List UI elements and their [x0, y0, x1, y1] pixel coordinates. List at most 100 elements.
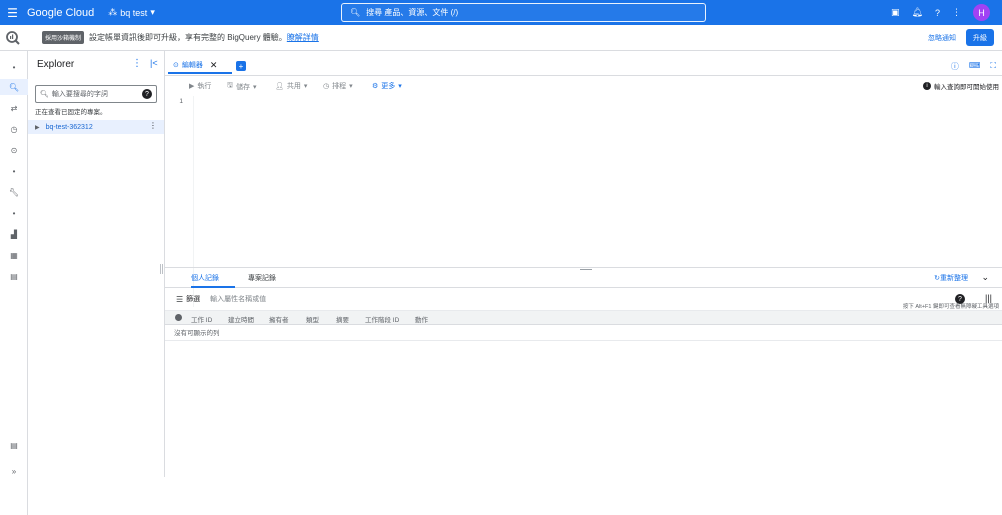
- admin-icon[interactable]: ▤: [0, 268, 28, 284]
- pin-icon[interactable]: •: [0, 59, 28, 75]
- help-icon[interactable]: ?: [142, 89, 152, 99]
- editor-tabs: ⊙ 編輯器 ✕ + ⓘ ⌨ ⛶: [165, 51, 1002, 76]
- schedule-button[interactable]: ◷ 排程 ▾: [323, 81, 353, 91]
- tab-label: 編輯器: [181, 62, 203, 69]
- column-header[interactable]: 建立時間: [228, 314, 254, 324]
- project-selector[interactable]: ⁂ bq test ▾: [108, 7, 155, 18]
- top-bar: ☰ Google Cloud ⁂ bq test ▾ 🔍︎ 搜尋 產品、資源、文…: [0, 0, 1002, 25]
- learn-more-link[interactable]: 瞭解詳情: [287, 33, 319, 42]
- capacity-icon[interactable]: ▦: [0, 247, 28, 263]
- new-tab-button[interactable]: +: [236, 61, 246, 71]
- analytics-hub-icon[interactable]: ⊙: [0, 142, 28, 158]
- more-vert-icon[interactable]: ⋮: [132, 58, 142, 69]
- scheduled-queries-icon[interactable]: ◷: [0, 121, 28, 137]
- monitoring-icon[interactable]: ▟: [0, 226, 28, 242]
- editor-info: i 輸入查詢即可開始使用: [923, 81, 999, 91]
- upgrade-button[interactable]: 升級: [966, 29, 994, 46]
- history-tabs: 個人記錄 專案記錄 ↻重新整理 ⌄: [165, 270, 1002, 288]
- column-header[interactable]: 摘要: [336, 314, 349, 324]
- divider: [165, 340, 1002, 341]
- project-tree-item[interactable]: ▶ bq-test-362312 ⋮: [28, 120, 164, 134]
- tab-personal-history[interactable]: 個人記錄: [191, 273, 235, 288]
- chevron-down-icon[interactable]: ⌄: [981, 272, 989, 283]
- save-button[interactable]: 🖫 儲存 ▾: [227, 81, 256, 92]
- tab-editor[interactable]: ⊙ 編輯器 ✕: [168, 58, 232, 74]
- tab-project-history[interactable]: 專案記錄: [248, 273, 276, 288]
- search-placeholder: 搜尋 產品、資源、文件 (/): [366, 8, 459, 17]
- explorer-panel: Explorer ⋮ |< 🔍︎ 輸入要搜尋的字詞 ? 正在查看已固定的專案。 …: [28, 51, 165, 477]
- chevron-down-icon: ▾: [150, 7, 155, 17]
- left-nav-rail: • 🔍︎ ⇄ ◷ ⊙ • 🔧︎ • ▟ ▦ ▤ ▤ »: [0, 51, 28, 515]
- editor-toolbar: ▶ 執行 🖫 儲存 ▾ 👤︎ 共用 ▾ ◷ 排程 ▾ ⚙ 更多 ▾ i 輸入查詢即可開始使用: [165, 76, 1002, 96]
- avatar[interactable]: H: [973, 4, 990, 21]
- help-icon[interactable]: ?: [935, 8, 940, 18]
- dot-icon[interactable]: •: [0, 205, 28, 221]
- fullscreen-icon[interactable]: ⛶: [990, 61, 996, 72]
- project-tree-label: bq-test-362312: [45, 123, 93, 131]
- notice-message: 設定帳單資訊後即可升級，享有完整的 BigQuery 體驗。瞭解詳情: [89, 33, 319, 42]
- refresh-button[interactable]: ↻重新整理: [934, 273, 968, 283]
- sql-workspace-icon[interactable]: 🔍︎: [0, 79, 28, 95]
- status-column-icon: [175, 314, 182, 321]
- project-icon: ⁂: [108, 7, 118, 17]
- project-name: bq test: [120, 7, 148, 18]
- column-header[interactable]: 動作: [415, 314, 428, 324]
- chevron-down-icon: ▾: [252, 83, 257, 91]
- sandbox-badge: 採用沙箱機制: [42, 31, 85, 44]
- pinned-hint: 正在查看已固定的專案。: [35, 109, 107, 116]
- explorer-search-placeholder: 輸入要搜尋的字詞: [51, 91, 108, 98]
- dot-icon[interactable]: •: [0, 163, 28, 179]
- filter-row: ☰ 篩選 輸入屬性名稱或值 ? |||: [165, 290, 1002, 308]
- add-person-icon: 👤︎: [275, 83, 284, 90]
- dismiss-button[interactable]: 忽略通知: [928, 33, 956, 43]
- search-icon: 🔍︎: [350, 8, 361, 17]
- google-cloud-logo[interactable]: Google Cloud: [27, 7, 94, 19]
- column-header[interactable]: 擁有者: [269, 314, 289, 324]
- close-icon[interactable]: ✕: [210, 60, 218, 71]
- column-header[interactable]: 工作 ID: [191, 314, 212, 324]
- column-header[interactable]: 工作階段 ID: [365, 314, 399, 324]
- more-button[interactable]: ⚙ 更多 ▾: [372, 81, 402, 91]
- chevron-down-icon: ▾: [398, 83, 402, 90]
- column-header[interactable]: 類型: [306, 314, 319, 324]
- expand-arrow-icon[interactable]: ▶: [35, 124, 40, 131]
- more-vert-icon[interactable]: ⋮: [952, 7, 961, 18]
- share-button[interactable]: 👤︎ 共用 ▾: [275, 81, 307, 91]
- hamburger-menu-icon[interactable]: ☰: [0, 0, 25, 25]
- more-vert-icon[interactable]: ⋮: [149, 121, 157, 130]
- data-transfers-icon[interactable]: ⇄: [0, 100, 28, 116]
- explorer-title: Explorer: [37, 59, 75, 70]
- chevron-down-icon: ▾: [303, 83, 308, 90]
- notifications-icon[interactable]: 🔔︎: [912, 7, 923, 18]
- help-icon[interactable]: ?: [955, 294, 965, 304]
- filter-input[interactable]: 輸入屬性名稱或值: [210, 294, 266, 304]
- explorer-search-input[interactable]: 🔍︎ 輸入要搜尋的字詞 ?: [35, 85, 157, 103]
- bigquery-logo-icon[interactable]: [0, 25, 25, 51]
- column-display-icon[interactable]: |||: [985, 293, 992, 303]
- expand-rail-icon[interactable]: »: [0, 463, 28, 479]
- save-icon: 🖫: [227, 82, 233, 89]
- play-icon: ▶: [189, 83, 195, 90]
- line-number: 1: [179, 98, 183, 105]
- info-icon[interactable]: ⓘ: [951, 61, 959, 72]
- editor-tab-actions: ⓘ ⌨ ⛶: [951, 61, 996, 72]
- keyboard-icon[interactable]: ⌨: [969, 61, 981, 72]
- gear-icon: ⚙: [372, 83, 379, 90]
- clock-icon: ◷: [323, 83, 330, 90]
- top-right-actions: ▣ 🔔︎ ? ⋮ H: [891, 3, 990, 22]
- editor-area: ⊙ 編輯器 ✕ + ⓘ ⌨ ⛶ ▶ 執行 🖫 儲存 ▾ 👤︎ 共用 ▾ ◷ 排程 ▾ ⚙ 更多 ▾…: [165, 51, 1002, 515]
- filter-icon[interactable]: ☰: [176, 295, 183, 304]
- search-icon: 🔍︎: [40, 91, 49, 98]
- run-button[interactable]: ▶ 執行: [189, 81, 211, 91]
- panel-resize-handle[interactable]: [160, 264, 163, 274]
- cloud-shell-icon[interactable]: ▣: [891, 7, 900, 18]
- editor-splitter[interactable]: [165, 267, 1002, 270]
- info-icon: i: [923, 82, 931, 90]
- collapse-panel-icon[interactable]: |<: [150, 58, 158, 68]
- query-icon: ⊙: [173, 62, 179, 69]
- release-notes-icon[interactable]: ▤: [0, 437, 28, 453]
- global-search[interactable]: 🔍︎ 搜尋 產品、資源、文件 (/): [341, 3, 706, 22]
- chevron-down-icon: ▾: [349, 83, 353, 90]
- empty-table-message: 沒有可顯示的列: [174, 330, 220, 337]
- wrench-icon[interactable]: 🔧︎: [0, 184, 28, 200]
